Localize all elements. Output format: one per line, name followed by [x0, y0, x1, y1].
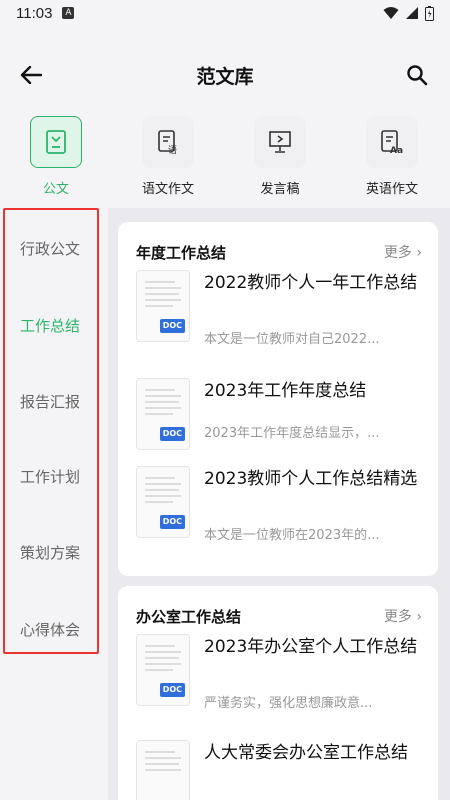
english-essay-icon: Aa: [381, 130, 403, 155]
doc-title: 2023年工作年度总结: [204, 381, 367, 401]
sidebar-item-admin-docs[interactable]: 行政公文: [0, 238, 100, 259]
status-time: 11:03: [16, 4, 53, 22]
sidebar-item-work-summary[interactable]: 工作总结: [0, 315, 100, 336]
doc-desc: 严谨务实，强化思想廉政意...: [204, 696, 373, 711]
doc-badge: DOC: [159, 515, 185, 529]
more-link[interactable]: 更多 ›: [384, 242, 422, 262]
doc-thumbnail: DOC: [136, 378, 190, 450]
doc-item[interactable]: 人大常委会办公室工作总结: [136, 740, 426, 800]
doc-title: 人大常委会办公室工作总结: [204, 743, 408, 763]
content-panel: 年度工作总结 更多 › DOC 2022教师个人一年工作总结 本文是一位教师对自…: [108, 208, 450, 800]
doc-title: 2023教师个人工作总结精选: [204, 469, 418, 489]
sidebar-item-reports[interactable]: 报告汇报: [0, 391, 100, 412]
status-bar: 11:03 A: [0, 0, 450, 26]
category-label: 英语作文: [365, 182, 418, 197]
category-speech[interactable]: 发言稿: [230, 116, 330, 197]
category-tile: [30, 116, 82, 168]
sidebar: 行政公文 工作总结 报告汇报 工作计划 策划方案 心得体会: [0, 208, 100, 655]
doc-badge: DOC: [159, 319, 185, 333]
signal-icon: [406, 7, 418, 19]
sidebar-item-reflections[interactable]: 心得体会: [0, 619, 100, 640]
section-card: 年度工作总结 更多 › DOC 2022教师个人一年工作总结 本文是一位教师对自…: [118, 222, 438, 576]
section-card: 办公室工作总结 更多 › DOC 2023年办公室个人工作总结 严谨务实，强化思…: [118, 586, 438, 800]
doc-badge: DOC: [159, 683, 185, 697]
doc-thumbnail: [136, 740, 190, 800]
category-tile: 语: [142, 116, 194, 168]
notification-icon: A: [62, 7, 75, 19]
doc-item[interactable]: DOC 2022教师个人一年工作总结 本文是一位教师对自己2022...: [136, 270, 426, 350]
category-label: 发言稿: [260, 182, 300, 197]
category-tile: [254, 116, 306, 168]
doc-thumbnail: DOC: [136, 634, 190, 706]
category-row: 公文 语 语文作文 发言稿 Aa 英语作文: [0, 116, 450, 197]
category-chinese-essay[interactable]: 语 语文作文: [118, 116, 218, 197]
wifi-icon: [383, 7, 399, 19]
page-title: 范文库: [196, 66, 254, 88]
doc-thumbnail: DOC: [136, 270, 190, 342]
section-title: 年度工作总结: [136, 242, 227, 265]
doc-thumbnail: DOC: [136, 466, 190, 538]
official-doc-icon: [46, 130, 66, 154]
category-tile: Aa: [366, 116, 418, 168]
section-title: 办公室工作总结: [136, 606, 242, 629]
more-link[interactable]: 更多 ›: [384, 606, 422, 626]
svg-text:语: 语: [168, 145, 177, 155]
doc-item[interactable]: DOC 2023年办公室个人工作总结 严谨务实，强化思想廉政意...: [136, 634, 426, 714]
chinese-essay-icon: 语: [158, 130, 177, 155]
svg-text:Aa: Aa: [390, 146, 403, 155]
category-english-essay[interactable]: Aa 英语作文: [342, 116, 442, 197]
doc-desc: 2023年工作年度总结显示，...: [204, 426, 380, 441]
category-label: 公文: [42, 182, 69, 197]
doc-title: 2023年办公室个人工作总结: [204, 637, 418, 657]
speech-icon: [269, 131, 291, 153]
doc-item[interactable]: DOC 2023年工作年度总结 2023年工作年度总结显示，...: [136, 378, 426, 458]
sidebar-item-planning[interactable]: 策划方案: [0, 542, 100, 563]
sidebar-item-work-plan[interactable]: 工作计划: [0, 466, 100, 487]
back-arrow-icon: [20, 66, 42, 84]
doc-desc: 本文是一位教师对自己2022...: [204, 332, 380, 347]
back-button[interactable]: [16, 60, 46, 90]
doc-title: 2022教师个人一年工作总结: [204, 273, 418, 293]
doc-badge: DOC: [159, 427, 185, 441]
search-button[interactable]: [402, 60, 432, 90]
category-label: 语文作文: [141, 182, 194, 197]
search-icon: [407, 65, 428, 86]
doc-desc: 本文是一位教师在2023年的...: [204, 528, 380, 543]
app-header: 范文库: [0, 50, 450, 100]
battery-icon: [425, 5, 434, 21]
category-official-doc[interactable]: 公文: [6, 116, 106, 197]
doc-item[interactable]: DOC 2023教师个人工作总结精选 本文是一位教师在2023年的...: [136, 466, 426, 546]
